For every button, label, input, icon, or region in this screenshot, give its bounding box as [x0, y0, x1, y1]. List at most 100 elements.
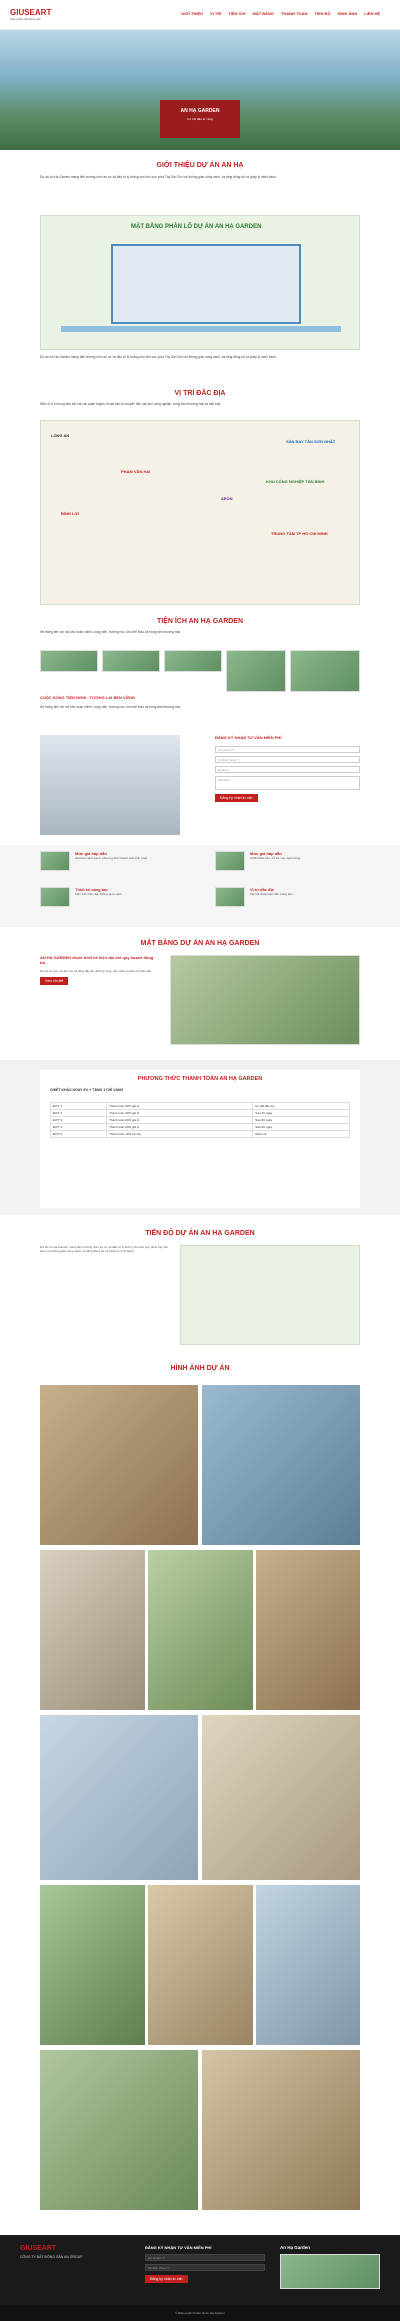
location-text: Nằm ở vị trí trung tâm kết nối các quận … [40, 402, 221, 406]
feature-text: Kết nối thuận tiện đến trung tâm. [250, 892, 294, 896]
table-row: ĐỢT 1 Thanh toán 30% giá trị Ký HĐ đặt cọc [49, 1102, 350, 1110]
nav-item[interactable]: MẶT BẰNG [252, 11, 274, 16]
logo-text: GIUSEART [10, 8, 52, 17]
footer-company: GIUSEART CÔNG TY BẤT ĐỘNG SẢN AN GROUP [20, 2245, 130, 2259]
progress-title: TIẾN ĐỘ DỰ ÁN AN HẠ GARDEN [145, 1230, 255, 1237]
footer-form: ĐĂNG KÝ NHẬN TƯ VẤN MIỄN PHÍ Họ và tên (… [145, 2245, 265, 2283]
map-label: KHU CÔNG NGHIỆP TÂN BÌNH [266, 479, 325, 484]
amenities-highlight: CUỘC SỐNG TIỆN NGHI - TƯƠNG LAI BỀN VỮNG [40, 695, 135, 700]
payment-subtitle: CHIẾT KHẤU NGAY 3% + TẶNG 1 CHỈ VÀNG [50, 1088, 124, 1092]
features-section: Mức giá hấp dẫn Giá bán cạnh tranh, phươ… [0, 845, 400, 927]
feature-text: Chiết khấu cao, hỗ trợ vay ngân hàng. [250, 856, 301, 860]
footer-project: An Hạ Garden [280, 2245, 380, 2289]
email-field[interactable]: Email (*) [215, 766, 360, 773]
amenities-title: TIỆN ÍCH AN HẠ GARDEN [156, 618, 244, 625]
gallery-photo[interactable] [148, 1550, 253, 1710]
gallery-photo[interactable] [40, 1550, 145, 1710]
table-cell: Thanh toán 30% giá trị [106, 1102, 254, 1110]
amenity-photo[interactable] [102, 650, 160, 672]
logo-subtitle: Giải pháp bất động sản [10, 17, 42, 21]
table-cell: ĐỢT 1 [49, 1102, 108, 1110]
location-map: LONG AN SÂN BAY TÂN SƠN NHẤT KHU CÔNG NG… [40, 420, 360, 605]
feature-image [215, 851, 245, 871]
map-label: PHẠM VĂN HAI [121, 469, 151, 474]
gallery-photo[interactable] [40, 1885, 145, 2045]
feature-item: Mức giá hấp dẫn Giá bán cạnh tranh, phươ… [75, 851, 185, 860]
footer-name-field[interactable]: Họ và tên (*) [145, 2254, 265, 2261]
consult-form: ĐĂNG KÝ NHẬN TƯ VẤN MIỄN PHÍ Họ và tên (… [215, 735, 360, 802]
nav-item[interactable]: VỊ TRÍ [210, 11, 221, 16]
nav-item[interactable]: TIẾN ĐỘ [314, 11, 330, 16]
gallery-photo[interactable] [40, 2050, 198, 2210]
masterplan-aerial [170, 955, 360, 1045]
progress-text: Dự án An Hạ Garden mang đến hướng nhìn a… [40, 1245, 168, 1253]
hero-subtitle: Cơ hội đầu tư vàng [187, 117, 213, 121]
table-cell: Ký HĐ đặt cọc [252, 1102, 350, 1110]
table-cell: Thanh toán 20% giá trị [106, 1123, 254, 1131]
amenity-photo[interactable] [164, 650, 222, 672]
progress-list: Dự án An Hạ Garden mang đến hướng nhìn a… [40, 1245, 170, 1335]
phone-field[interactable]: Số điện thoại (*) [215, 756, 360, 763]
form-title: ĐĂNG KÝ NHẬN TƯ VẤN MIỄN PHÍ [215, 735, 282, 740]
feature-text: Giá bán cạnh tranh, phương thức thanh to… [75, 856, 148, 860]
feature-text: Kiến trúc hiện đại, không gian xanh. [75, 892, 123, 896]
gallery-photo[interactable] [202, 2050, 360, 2210]
gallery-grid [40, 1385, 360, 2220]
nav-item[interactable]: THANH TOÁN [281, 11, 307, 16]
table-cell: ĐỢT 3 [49, 1116, 108, 1124]
gallery-photo[interactable] [256, 1550, 360, 1710]
nav-item[interactable]: TIỆN ÍCH [228, 11, 245, 16]
hero-banner: AN HẠ GARDEN Cơ hội đầu tư vàng [0, 30, 400, 150]
gallery-photo[interactable] [40, 1715, 198, 1880]
name-field[interactable]: Họ và tên (*) [215, 746, 360, 753]
table-cell: Sau 30 ngày [252, 1109, 350, 1117]
site-plan-title: MẶT BẰNG PHÂN LÔ DỰ ÁN AN HẠ GARDEN [131, 224, 262, 230]
gallery-photo[interactable] [202, 1715, 360, 1880]
map-label: TRUNG TÂM TP HỒ CHÍ MINH [271, 531, 328, 536]
feature-item: Vị trí đắc địa Kết nối thuận tiện đến tr… [250, 887, 360, 896]
payment-section: PHƯƠNG THỨC THANH TOÁN AN HẠ GARDEN CHIẾ… [0, 1060, 400, 1215]
submit-button[interactable]: Đăng ký nhận tư vấn [215, 794, 258, 802]
table-row: ĐỢT 3 Thanh toán 20% giá trị Sau 60 ngày [49, 1116, 350, 1124]
masterplan-button[interactable]: Xem chi tiết [40, 977, 69, 985]
table-cell: ĐỢT 2 [49, 1109, 108, 1117]
feature-item: Mức giá hấp dẫn Chiết khấu cao, hỗ trợ v… [250, 851, 360, 860]
feature-image [215, 887, 245, 907]
map-label: AEON [221, 496, 233, 501]
gallery-title: HÌNH ẢNH DỰ ÁN [170, 1365, 230, 1372]
map-label: LONG AN [51, 433, 70, 438]
amenity-photo[interactable] [40, 650, 98, 672]
footer-phone-field[interactable]: Số điện thoại (*) [145, 2264, 265, 2271]
gallery-photo[interactable] [202, 1385, 360, 1545]
hero-card: AN HẠ GARDEN Cơ hội đầu tư vàng [160, 100, 240, 138]
nav-item[interactable]: LIÊN HỆ [364, 11, 380, 16]
gallery-photo[interactable] [256, 1885, 360, 2045]
logo[interactable]: GIUSEART Giải pháp bất động sản [10, 8, 51, 21]
table-cell: ĐỢT 4 [49, 1123, 108, 1131]
intro-title: GIỚI THIỆU DỰ ÁN AN HẠ [156, 162, 244, 169]
footer-submit-button[interactable]: Đăng ký nhận tư vấn [145, 2275, 188, 2283]
nav-item[interactable]: GIỚI THIỆU [181, 11, 203, 16]
map-label: BÌNH LỢI [61, 511, 79, 516]
copyright: © Bản quyền thuộc về An Hạ Garden [0, 2305, 400, 2321]
table-cell: Thanh toán 20% giá trị [106, 1109, 254, 1117]
gallery-photo[interactable] [40, 1385, 198, 1545]
amenity-photo[interactable] [290, 650, 360, 692]
footer-logo: GIUSEART [20, 2245, 57, 2252]
intro-text: Dự án An Hạ Garden mang đến hướng nhìn a… [40, 175, 277, 179]
payment-title: PHƯƠNG THỨC THANH TOÁN AN HẠ GARDEN [137, 1076, 263, 1082]
table-row: ĐỢT 4 Thanh toán 20% giá trị Sau 90 ngày [49, 1123, 350, 1131]
table-cell: Sau 90 ngày [252, 1123, 350, 1131]
location-title: VỊ TRÍ ĐẮC ĐỊA [174, 390, 226, 397]
masterplan-title: MẶT BẰNG DỰ ÁN AN HẠ GARDEN [140, 940, 260, 947]
map-label: SÂN BAY TÂN SƠN NHẤT [286, 439, 336, 444]
nav-item[interactable]: HÌNH ẢNH [338, 11, 358, 16]
gallery-photo[interactable] [148, 1885, 253, 2045]
amenities-text: Hệ thống tiện ích nội khu hoàn chỉnh: cô… [40, 630, 181, 634]
site-plan-map: MẶT BẰNG PHÂN LÔ DỰ ÁN AN HẠ GARDEN [40, 215, 360, 350]
feature-image [40, 887, 70, 907]
footer-company-name: CÔNG TY BẤT ĐỘNG SẢN AN GROUP [20, 2255, 83, 2259]
amenity-photo[interactable] [226, 650, 286, 692]
feature-image [40, 851, 70, 871]
message-field[interactable]: Nội dung [215, 776, 360, 790]
